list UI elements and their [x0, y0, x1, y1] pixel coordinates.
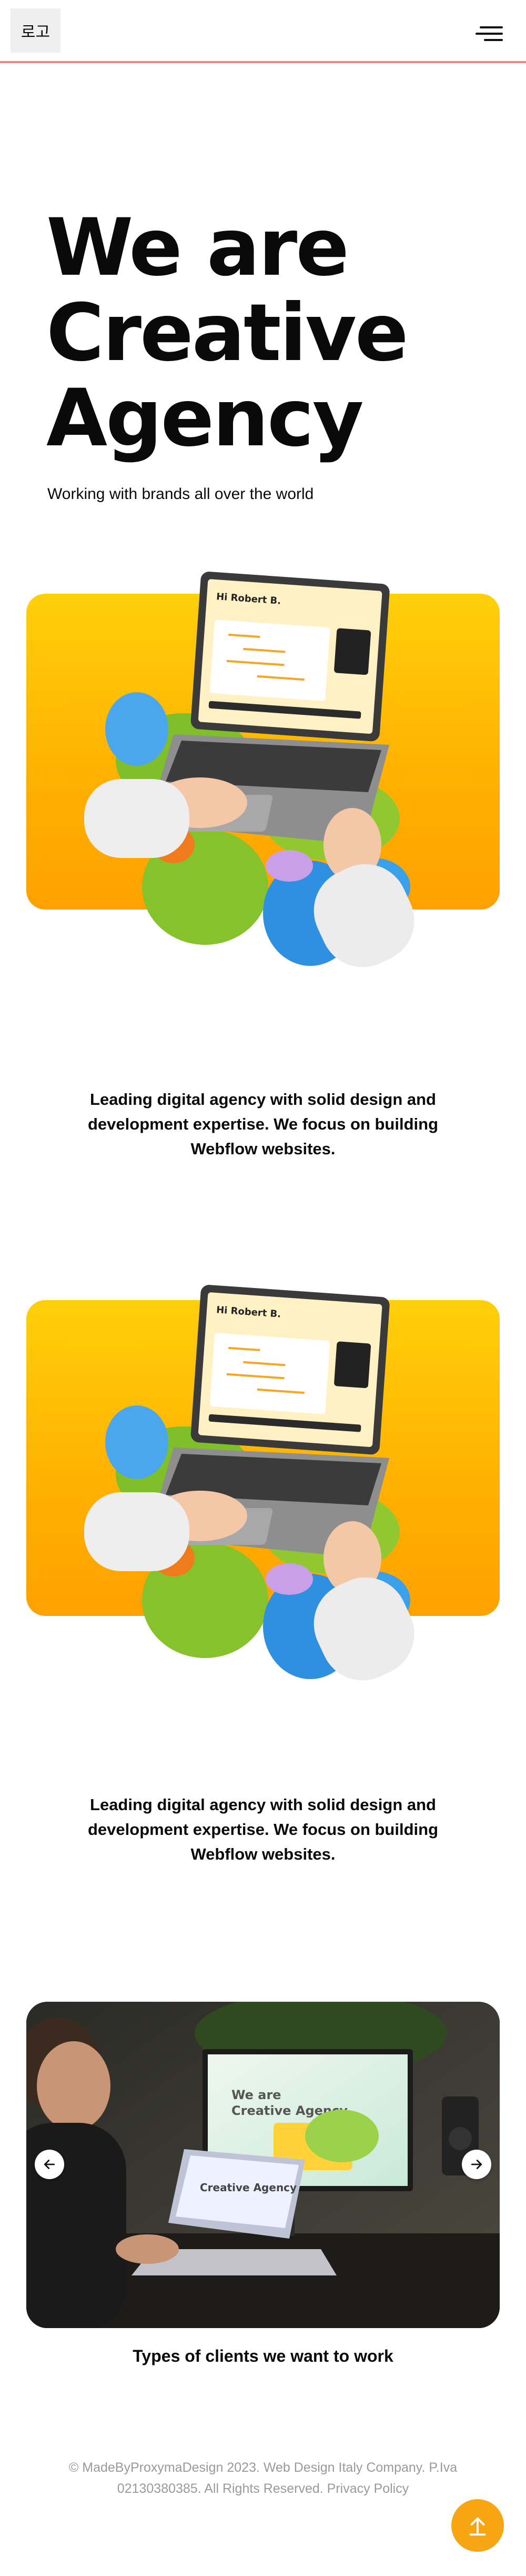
hero-subtitle: Working with brands all over the world	[47, 485, 314, 503]
slider-caption: Types of clients we want to work	[133, 2347, 393, 2365]
footer-copyright: © MadeByProxymaDesign 2023. Web Design I…	[68, 2460, 458, 2496]
arrow-right-icon[interactable]	[462, 2150, 491, 2179]
laptop-illustration: Hi Robert B.	[84, 572, 414, 967]
workspace-photo: We are Creative Agency Creative Agency	[26, 2002, 500, 2328]
hero-title-line: We are	[46, 202, 349, 294]
intro-text: Leading digital agency with solid design…	[87, 1090, 439, 1158]
hero-title-line: Agency	[46, 373, 364, 464]
laptop-text: Creative Agency	[200, 2181, 297, 2194]
hero-title-line: Creative	[46, 287, 409, 379]
site-header: 로고	[0, 0, 526, 63]
arrow-left-icon[interactable]	[35, 2150, 64, 2179]
laptop-illustration: Hi Robert B.	[84, 1285, 414, 1681]
intro-text: Leading digital agency with solid design…	[87, 1795, 439, 1863]
photo-slide: We are Creative Agency Creative Agency	[26, 2002, 500, 2328]
monitor-text: We are	[231, 2088, 281, 2102]
hamburger-menu-icon[interactable]	[473, 26, 503, 42]
logo[interactable]: 로고	[11, 8, 60, 53]
arrow-up-icon[interactable]	[451, 2499, 504, 2552]
hero-title: We are Creative Agency	[46, 205, 478, 461]
